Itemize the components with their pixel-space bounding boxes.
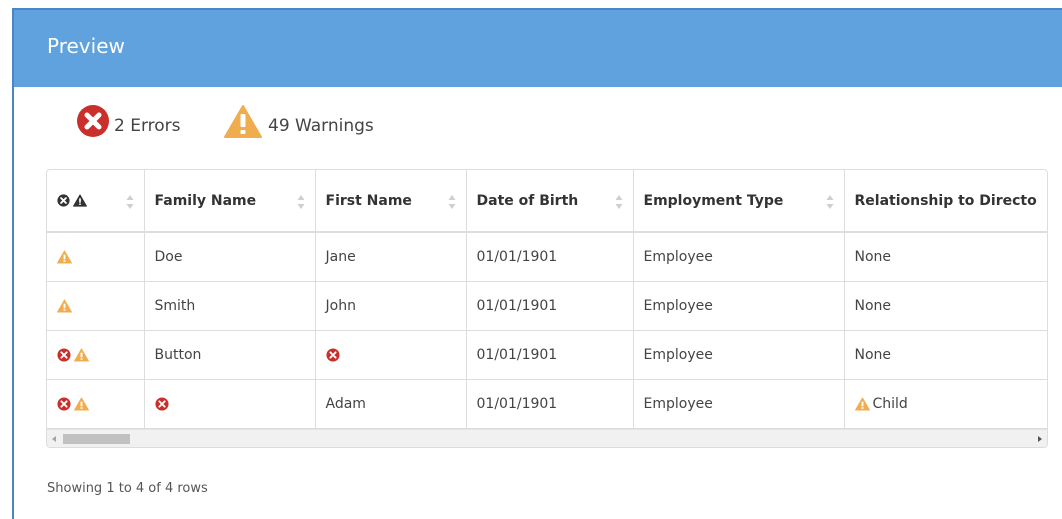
column-header-status[interactable] [47,170,145,233]
family-name-cell-text: Smith [154,297,196,314]
family-name-cell: Doe [144,232,316,282]
employment-type-cell: Employee [633,379,845,429]
errors-summary: 2 Errors [76,104,206,140]
first-name-cell: Jane [315,232,467,282]
column-header-date-of-birth[interactable]: Date of Birth [466,170,634,233]
employment-type-cell: Employee [633,232,845,282]
times-circle-icon [325,347,340,362]
scroll-left-arrow-icon[interactable] [52,436,56,442]
first-name-cell-text: Jane [325,248,356,265]
first-name-cell-text: John [325,297,356,314]
column-header-family-name[interactable]: Family Name [144,170,316,233]
family-name-cell-text: Button [154,346,202,363]
table-row[interactable]: Doe Jane 01/01/1901 Employee None [47,232,1047,282]
sort-icon [126,195,133,209]
pagination-info: Showing 1 to 4 of 4 rows [47,481,208,496]
employment-type-cell-text: Employee [643,248,713,265]
family-name-cell [144,379,316,429]
employment-type-cell: Employee [633,281,845,331]
relationship-cell-text: None [854,297,892,314]
family-name-cell-text: Doe [154,248,183,265]
column-header-relationship[interactable]: Relationship to Directo [844,170,1047,233]
panel-title: Preview [47,34,125,58]
first-name-cell [315,330,467,380]
table-row[interactable]: Adam 01/01/1901 Employee Child [47,379,1047,429]
scrollbar-thumb[interactable] [63,434,130,444]
times-circle-icon [57,396,71,411]
date-of-birth-cell-text: 01/01/1901 [476,395,558,412]
status-cell [47,330,145,380]
warning-triangle-icon [854,396,870,411]
relationship-cell: Child [844,379,1047,429]
panel-header: Preview [14,10,1062,87]
date-of-birth-cell-text: 01/01/1901 [476,346,558,363]
status-cell [47,281,145,331]
family-name-cell: Button [144,330,316,380]
date-of-birth-cell: 01/01/1901 [466,232,634,282]
horizontal-scrollbar[interactable] [47,429,1047,447]
relationship-cell: None [844,330,1047,380]
first-name-cell-text: Adam [325,395,366,412]
times-circle-icon [154,396,169,411]
date-of-birth-cell-text: 01/01/1901 [476,297,558,314]
sort-icon [826,195,833,209]
times-circle-icon [57,194,70,207]
date-of-birth-cell: 01/01/1901 [466,281,634,331]
times-circle-icon [57,347,71,362]
warning-triangle-icon [73,194,87,207]
warnings-count-label: 49 Warnings [268,116,374,136]
relationship-cell-text: None [854,346,892,363]
column-header-first-name[interactable]: First Name [315,170,467,233]
table-header-row: Family Name First Name Date of Birth Emp… [47,170,1047,233]
employment-type-cell-text: Employee [643,395,713,412]
errors-count-label: 2 Errors [114,116,181,136]
relationship-cell: None [844,232,1047,282]
employment-type-cell-text: Employee [643,346,713,363]
relationship-cell-text: None [854,248,892,265]
employment-type-cell: Employee [633,330,845,380]
warning-triangle-icon [74,396,89,411]
sort-icon [615,195,622,209]
scroll-right-arrow-icon[interactable] [1038,436,1042,442]
status-cell [47,379,145,429]
sort-icon [448,195,455,209]
date-of-birth-cell: 01/01/1901 [466,330,634,380]
column-header-employment-type[interactable]: Employment Type [633,170,845,233]
warnings-summary: 49 Warnings [224,104,404,140]
status-cell [47,232,145,282]
date-of-birth-cell-text: 01/01/1901 [476,248,558,265]
preview-table: Family Name First Name Date of Birth Emp… [46,169,1048,448]
date-of-birth-cell: 01/01/1901 [466,379,634,429]
employment-type-cell-text: Employee [643,297,713,314]
warning-triangle-icon [57,250,72,264]
sort-icon [297,195,304,209]
relationship-cell-text: Child [872,395,908,412]
warning-triangle-icon [57,298,72,313]
warning-triangle-icon [74,347,89,362]
first-name-cell: John [315,281,467,331]
table-row[interactable]: Smith John 01/01/1901 Employee None [47,281,1047,331]
relationship-cell: None [844,281,1047,331]
warning-triangle-icon [224,105,262,138]
family-name-cell: Smith [144,281,316,331]
table-row[interactable]: Button 01/01/1901 Employee None [47,330,1047,380]
error-circle-icon [77,105,109,137]
first-name-cell: Adam [315,379,467,429]
